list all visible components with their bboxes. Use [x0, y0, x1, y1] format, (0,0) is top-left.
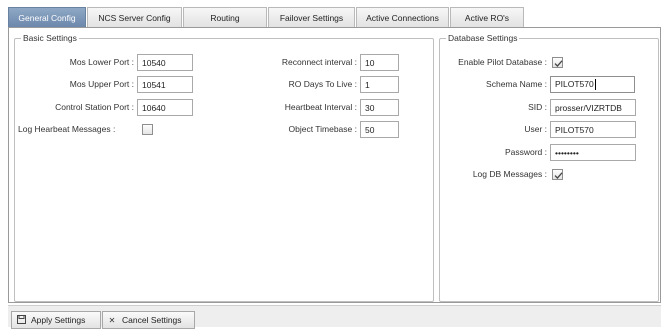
- check-icon: [554, 60, 563, 67]
- save-icon: [16, 314, 26, 326]
- cancel-settings-label: Cancel Settings: [122, 315, 182, 325]
- tab-general-config[interactable]: General Config: [8, 7, 86, 27]
- action-bar: Apply Settings ✕ Cancel Settings: [8, 305, 661, 329]
- basic-settings-group: Basic Settings Mos Lower Port : Mos Uppe…: [14, 33, 434, 302]
- check-icon: [554, 172, 563, 179]
- reconnect-interval-label: Reconnect interval :: [281, 57, 357, 67]
- tab-active-ros[interactable]: Active RO's: [450, 7, 524, 27]
- schema-name-label: Schema Name :: [486, 79, 547, 89]
- database-settings-group: Database Settings Enable Pilot Database …: [439, 33, 659, 302]
- text-cursor: [594, 79, 596, 91]
- tab-bar: General Config NCS Server Config Routing…: [8, 7, 661, 27]
- log-heartbeat-messages-label: Log Hearbeat Messages :: [18, 124, 116, 134]
- tab-routing[interactable]: Routing: [183, 7, 267, 27]
- log-db-messages-checkbox[interactable]: [552, 169, 563, 180]
- tab-failover-settings[interactable]: Failover Settings: [268, 7, 355, 27]
- user-label: User :: [524, 124, 547, 134]
- object-timebase-input[interactable]: [360, 121, 399, 138]
- password-input[interactable]: [550, 144, 636, 161]
- database-settings-title: Database Settings: [446, 33, 520, 44]
- cancel-settings-button[interactable]: ✕ Cancel Settings: [102, 311, 195, 329]
- mos-lower-port-input[interactable]: [137, 54, 193, 71]
- schema-name-value: PILOT570: [555, 79, 594, 89]
- mos-upper-port-input[interactable]: [137, 76, 193, 93]
- mos-upper-port-label: Mos Upper Port :: [69, 79, 134, 89]
- tab-active-connections[interactable]: Active Connections: [356, 7, 449, 27]
- object-timebase-label: Object Timebase :: [288, 124, 357, 134]
- sid-label: SID :: [528, 102, 547, 112]
- basic-settings-title: Basic Settings: [21, 33, 79, 44]
- heartbeat-interval-input[interactable]: [360, 99, 399, 116]
- sid-input[interactable]: [550, 99, 636, 116]
- enable-pilot-database-checkbox[interactable]: [552, 57, 563, 68]
- apply-settings-button[interactable]: Apply Settings: [11, 311, 101, 329]
- reconnect-interval-input[interactable]: [360, 54, 399, 71]
- password-label: Password :: [504, 147, 547, 157]
- log-db-messages-label: Log DB Messages :: [472, 169, 547, 179]
- log-heartbeat-messages-checkbox[interactable]: [142, 124, 153, 135]
- mos-lower-port-label: Mos Lower Port :: [69, 57, 134, 67]
- enable-pilot-database-label: Enable Pilot Database :: [458, 57, 547, 67]
- schema-name-input[interactable]: PILOT570: [550, 76, 635, 93]
- control-station-port-label: Control Station Port :: [55, 102, 134, 112]
- close-icon: ✕: [108, 315, 116, 325]
- heartbeat-interval-label: Heartbeat Interval :: [284, 102, 357, 112]
- general-config-panel: Basic Settings Mos Lower Port : Mos Uppe…: [8, 27, 661, 303]
- ro-days-to-live-label: RO Days To Live :: [288, 79, 357, 89]
- user-input[interactable]: [550, 121, 636, 138]
- ro-days-to-live-input[interactable]: [360, 76, 399, 93]
- apply-settings-label: Apply Settings: [31, 315, 86, 325]
- tab-ncs-server-config[interactable]: NCS Server Config: [87, 7, 182, 27]
- control-station-port-input[interactable]: [137, 99, 193, 116]
